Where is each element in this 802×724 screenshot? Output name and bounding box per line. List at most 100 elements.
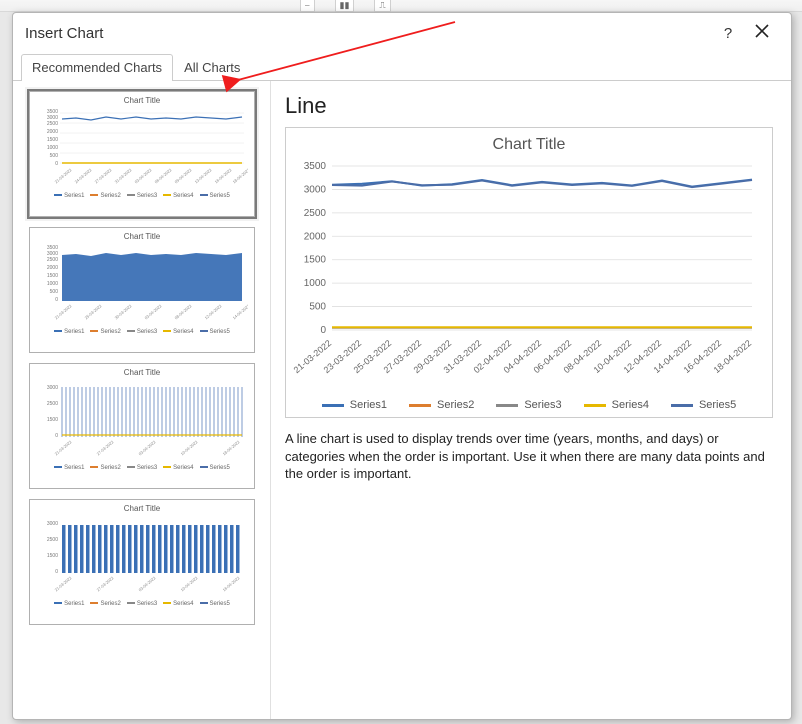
svg-text:08-04-2022: 08-04-2022 [174,303,193,320]
swatch-s2 [409,404,431,407]
svg-text:0: 0 [55,297,58,303]
thumbnail-title: Chart Title [36,504,248,513]
svg-text:1500: 1500 [47,553,58,559]
svg-text:0: 0 [320,325,326,336]
svg-text:13-04-2022: 13-04-2022 [194,167,213,184]
ribbon-bg: ⎯▮▮⎍ [0,0,802,12]
help-button[interactable]: ? [711,25,745,42]
svg-text:03-04-2022: 03-04-2022 [144,303,163,320]
area-icon: 0 500 1000 1500 2000 2500 30003500 21-03-202… [36,241,248,327]
svg-text:1500: 1500 [47,137,58,143]
svg-text:2000: 2000 [47,129,58,135]
preview-pane: Line Chart Title 0 500 1000 1500 2000 2500 300… [271,81,791,719]
svg-text:1000: 1000 [47,145,58,151]
svg-text:03-04-2022: 03-04-2022 [134,167,153,184]
svg-text:3000: 3000 [304,184,327,195]
svg-text:18-04-2022: 18-04-2022 [222,439,241,456]
tab-all-charts[interactable]: All Charts [173,54,251,81]
svg-text:3000: 3000 [47,115,58,121]
svg-text:16-04-2022: 16-04-2022 [214,167,233,184]
svg-text:2500: 2500 [304,208,327,219]
chart-thumbnail-grid[interactable]: Chart Title 0 1500 2500 3000 [29,363,255,489]
svg-text:16-04-2022: 16-04-2022 [222,575,241,592]
svg-text:09-04-2022: 09-04-2022 [174,167,193,184]
svg-text:12-04-2022: 12-04-2022 [204,303,223,320]
svg-text:3000: 3000 [47,251,58,257]
thumbnail-legend: Series1 Series2 Series3 Series4 Series5 [36,193,248,199]
chart-thumbnail-line[interactable]: Chart Title 0 500 1000 1500 2000 2500 300035… [29,91,255,217]
svg-text:3000: 3000 [47,385,58,391]
thumbnail-title: Chart Title [36,368,248,377]
swatch-s1 [322,404,344,407]
svg-text:1500: 1500 [304,255,327,266]
chart-preview[interactable]: Chart Title 0 500 1000 1500 2000 2500 3000 3500… [285,127,773,418]
legend-series2: Series2 [409,399,474,411]
svg-text:500: 500 [50,153,59,159]
tab-recommended-charts[interactable]: Recommended Charts [21,54,173,81]
svg-text:27-03-2022: 27-03-2022 [96,575,115,592]
dialog-title: Insert Chart [25,25,711,42]
svg-text:3000: 3000 [47,521,58,527]
svg-text:1500: 1500 [47,417,58,423]
swatch-s4 [584,404,606,407]
swatch-s5 [671,404,693,407]
svg-text:3500: 3500 [47,245,58,251]
svg-text:2500: 2500 [47,401,58,407]
thumbnail-legend: Series1 Series2 Series3 Series4 Series5 [36,329,248,335]
chart-thumbnail-columns[interactable]: Chart Title 0 1500 2500 3000 [29,499,255,625]
legend-series1: Series1 [322,399,387,411]
dialog-titlebar: Insert Chart ? [13,13,791,53]
tab-strip: Recommended Charts All Charts [13,53,791,81]
svg-text:3500: 3500 [304,161,327,172]
svg-text:2500: 2500 [47,257,58,263]
svg-text:03-04-2022: 03-04-2022 [138,439,157,456]
thumbnail-list: Chart Title 05001000 150020002500 300035… [13,81,271,719]
svg-text:21-03-2022: 21-03-2022 [54,303,73,320]
columns-icon: 0 1500 2500 3000 [36,513,248,599]
svg-text:31-03-2022: 31-03-2022 [114,167,133,184]
swatch-s3 [496,404,518,407]
svg-text:2500: 2500 [47,537,58,543]
line-icon: 0 500 1000 1500 2000 2500 30003500 21-03-202… [36,105,248,191]
svg-text:0: 0 [55,569,58,575]
svg-text:2500: 2500 [47,121,58,127]
legend-series4: Series4 [584,399,649,411]
svg-text:0: 0 [55,161,58,167]
svg-text:27-03-2022: 27-03-2022 [94,167,113,184]
svg-text:21-03-2022: 21-03-2022 [54,167,73,184]
svg-text:2000: 2000 [47,265,58,271]
chart-type-title: Line [285,93,773,119]
svg-text:14-04-2022: 14-04-2022 [232,303,248,320]
svg-text:1500: 1500 [47,273,58,279]
legend-series3: Series3 [496,399,561,411]
svg-text:30-03-2022: 30-03-2022 [114,303,133,320]
svg-text:24-03-2022: 24-03-2022 [74,167,93,184]
svg-text:21-03-2022: 21-03-2022 [54,439,73,456]
legend-series5: Series5 [671,399,736,411]
close-button[interactable] [745,24,779,42]
chart-thumbnail-area[interactable]: Chart Title 0 500 1000 1500 2000 2500 300035… [29,227,255,353]
insert-chart-dialog: Insert Chart ? Recommended Charts All Ch… [12,12,792,720]
svg-text:1000: 1000 [47,281,58,287]
svg-text:0: 0 [55,433,58,439]
svg-text:500: 500 [309,302,326,313]
grid-icon: 0 1500 2500 3000 [36,377,248,463]
thumbnail-title: Chart Title [36,96,248,105]
svg-text:1000: 1000 [304,278,327,289]
dialog-body: Chart Title 05001000 150020002500 300035… [13,81,791,719]
thumbnail-legend: Series1 Series2 Series3 Series4 Series5 [36,601,248,607]
svg-text:06-04-2022: 06-04-2022 [154,167,173,184]
thumbnail-title: Chart Title [36,232,248,241]
line-chart: 050010001500200025003000350021-03-202223… [292,158,762,388]
svg-text:2000: 2000 [304,231,327,242]
svg-text:500: 500 [50,289,59,295]
chart-title: Chart Title [292,136,766,154]
svg-text:10-04-2022: 10-04-2022 [180,439,199,456]
svg-text:25-03-2022: 25-03-2022 [84,303,103,320]
svg-text:3500: 3500 [47,109,58,115]
svg-text:03-04-2022: 03-04-2022 [138,575,157,592]
svg-text:18-04-2022: 18-04-2022 [232,167,248,184]
thumbnail-legend: Series1 Series2 Series3 Series4 Series5 [36,465,248,471]
svg-text:21-03-2022: 21-03-2022 [54,575,73,592]
svg-text:10-04-2022: 10-04-2022 [180,575,199,592]
